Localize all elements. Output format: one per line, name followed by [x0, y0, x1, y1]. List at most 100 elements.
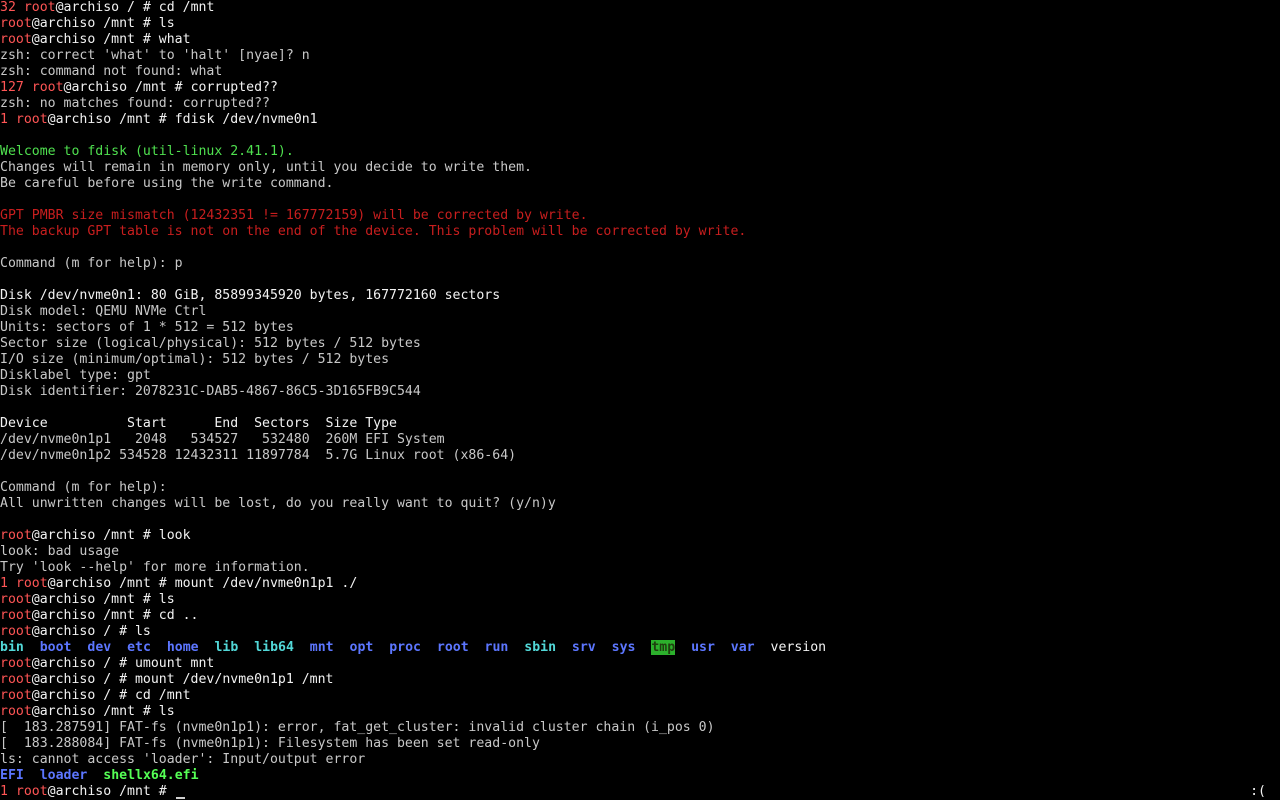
terminal-text-segment: @archiso / # umount mnt — [31, 656, 215, 671]
terminal-text-segment: root — [0, 16, 32, 31]
terminal-line: GPT PMBR size mismatch (12432351 != 1677… — [0, 208, 588, 224]
terminal-text-segment: @archiso / # ls — [31, 624, 151, 639]
terminal-text-segment: Command (m for help): — [0, 480, 167, 495]
terminal-line: root@archiso / # ls — [0, 624, 151, 640]
text-cursor — [176, 797, 185, 799]
terminal-line: [ 183.288084] FAT-fs (nvme0n1p1): Filesy… — [0, 736, 540, 752]
terminal-text-segment: root — [0, 528, 32, 543]
terminal-text-segment: loader — [39, 768, 88, 783]
terminal-line: Disklabel type: gpt — [0, 368, 151, 384]
terminal-line: root@archiso /mnt # ls — [0, 16, 175, 32]
terminal-line: root@archiso /mnt # ls — [0, 592, 175, 608]
terminal-line: root@archiso /mnt # ls — [0, 704, 175, 720]
terminal-text-segment: root — [0, 672, 32, 687]
terminal-text-segment: Try 'look --help' for more information. — [0, 560, 310, 575]
terminal-line: Disk /dev/nvme0n1: 80 GiB, 85899345920 b… — [0, 288, 500, 304]
terminal-text-segment: [ 183.287591] FAT-fs (nvme0n1p1): error,… — [0, 720, 715, 735]
terminal-text-segment: @archiso /mnt # look — [31, 528, 191, 543]
terminal-text-segment: ls: cannot access 'loader': Input/output… — [0, 752, 366, 767]
terminal-text-segment: root — [31, 80, 64, 95]
terminal-line: /dev/nvme0n1p1 2048 534527 532480 260M E… — [0, 432, 445, 448]
terminal-text-segment: sbin — [524, 640, 557, 655]
terminal-text-segment: Changes will remain in memory only, unti… — [0, 160, 532, 175]
terminal-text-segment: root — [0, 608, 32, 623]
terminal-text-segment: 127 — [0, 80, 32, 95]
terminal-text-segment: lib — [214, 640, 239, 655]
terminal-text-segment: GPT PMBR size mismatch (12432351 != 1677… — [0, 208, 588, 223]
terminal-line: [ 183.287591] FAT-fs (nvme0n1p1): error,… — [0, 720, 715, 736]
terminal-text-segment: /dev/nvme0n1p2 534528 12432311 11897784 … — [0, 448, 517, 463]
terminal-line: 1 root@archiso /mnt # — [0, 784, 175, 800]
terminal-line: Command (m for help): — [0, 480, 167, 496]
terminal-line: 1 root@archiso /mnt # mount /dev/nvme0n1… — [0, 576, 357, 592]
terminal-text-segment: Disk model: QEMU NVMe Ctrl — [0, 304, 207, 319]
terminal-text-segment: Be careful before using the write comman… — [0, 176, 334, 191]
terminal-text-segment: Disk /dev/nvme0n1: 80 GiB, 85899345920 b… — [0, 288, 501, 303]
terminal-line: zsh: no matches found: corrupted?? — [0, 96, 270, 112]
terminal-text-segment: @archiso /mnt # corrupted?? — [63, 80, 278, 95]
terminal-text-segment: shellx64.efi — [103, 768, 199, 783]
terminal-text-segment: root — [0, 592, 32, 607]
terminal-text-segment: root — [0, 624, 32, 639]
terminal-screen[interactable]: 32 root@archiso / # cd /mnt root@archiso … — [0, 0, 1280, 800]
terminal-line: root@archiso / # umount mnt — [0, 656, 214, 672]
terminal-text-segment: @archiso /mnt # ls — [31, 592, 175, 607]
terminal-text-segment: mnt — [309, 640, 334, 655]
terminal-text-segment: The backup GPT table is not on the end o… — [0, 224, 747, 239]
terminal-text-segment: boot — [39, 640, 72, 655]
terminal-text-segment: @archiso /mnt # ls — [31, 704, 175, 719]
terminal-text-segment: 32 — [0, 0, 24, 15]
terminal-text-segment: home — [166, 640, 199, 655]
terminal-line: 1 root@archiso /mnt # fdisk /dev/nvme0n1 — [0, 112, 318, 128]
terminal-line: Welcome to fdisk (util-linux 2.41.1). — [0, 144, 294, 160]
terminal-text-segment: Units: sectors of 1 * 512 = 512 bytes — [0, 320, 294, 335]
terminal-line: root@archiso / # cd /mnt — [0, 688, 191, 704]
terminal-line: The backup GPT table is not on the end o… — [0, 224, 746, 240]
terminal-line: Disk model: QEMU NVMe Ctrl — [0, 304, 206, 320]
terminal-text-segment: opt — [349, 640, 374, 655]
terminal-text-segment: EFI — [0, 768, 24, 783]
terminal-text-segment: @archiso /mnt # ls — [31, 16, 175, 31]
terminal-text-segment: bin — [0, 640, 24, 655]
terminal-line: look: bad usage — [0, 544, 119, 560]
terminal-text-segment: @archiso / # cd /mnt — [31, 688, 191, 703]
terminal-text-segment: @archiso /mnt # mount /dev/nvme0n1p1 ./ — [47, 576, 358, 591]
terminal-text-segment: run — [484, 640, 509, 655]
terminal-text-segment: @archiso /mnt # what — [31, 32, 191, 47]
terminal-text-segment: zsh: no matches found: corrupted?? — [0, 96, 270, 111]
terminal-text-segment: usr — [691, 640, 715, 655]
terminal-text-segment: root — [23, 0, 56, 15]
terminal-text-segment: @archiso / # cd /mnt — [55, 0, 215, 15]
terminal-line: /dev/nvme0n1p2 534528 12432311 11897784 … — [0, 448, 516, 464]
terminal-line: Changes will remain in memory only, unti… — [0, 160, 532, 176]
terminal-text-segment: I/O size (minimum/optimal): 512 bytes / … — [0, 352, 390, 367]
terminal-text-segment: All unwritten changes will be lost, do y… — [0, 496, 556, 511]
terminal-text-segment: 1 — [0, 784, 16, 799]
terminal-text-segment: Device Start End Sectors Size Type — [0, 416, 397, 431]
terminal-text-segment: root — [15, 112, 48, 127]
terminal-text-segment: look: bad usage — [0, 544, 120, 559]
terminal-text-segment: Disk identifier: 2078231C-DAB5-4867-86C5… — [0, 384, 421, 399]
terminal-text-segment: 1 — [0, 112, 16, 127]
terminal-text-segment: root — [0, 704, 32, 719]
status-indicator: :( — [1250, 784, 1266, 799]
terminal-line: Units: sectors of 1 * 512 = 512 bytes — [0, 320, 294, 336]
terminal-line: Try 'look --help' for more information. — [0, 560, 310, 576]
terminal-text-segment: Sector size (logical/physical): 512 byte… — [0, 336, 421, 351]
